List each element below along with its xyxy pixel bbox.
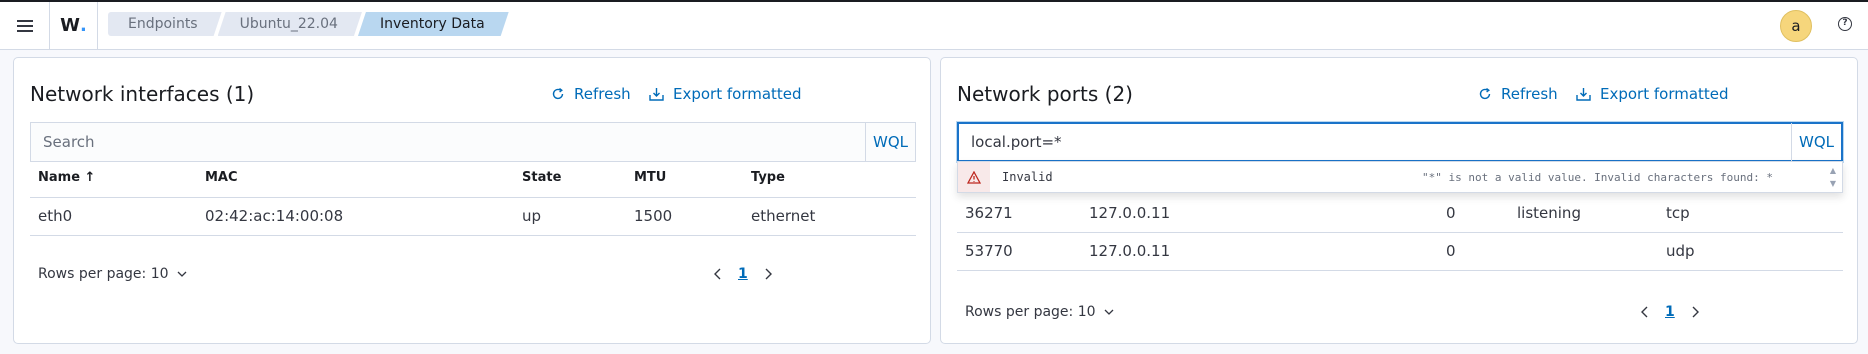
- search-bar: WQL: [30, 122, 916, 162]
- search-input[interactable]: [959, 123, 1791, 161]
- cell-local-ip: 127.0.0.11: [1081, 232, 1438, 271]
- chevron-down-icon: [1104, 309, 1113, 315]
- page-1-button[interactable]: 1: [738, 266, 748, 282]
- chevron-down-icon: [177, 271, 186, 277]
- network-ports-panel: Network ports (2) Refresh Export formatt…: [940, 57, 1858, 344]
- wql-button[interactable]: WQL: [1791, 123, 1841, 161]
- menu-icon[interactable]: [0, 1, 50, 50]
- page-1-button[interactable]: 1: [1665, 304, 1675, 320]
- cell-state: up: [514, 197, 626, 236]
- avatar[interactable]: a: [1780, 10, 1812, 42]
- cell-mac: 02:42:ac:14:00:08: [197, 197, 514, 236]
- warning-icon: [958, 162, 990, 192]
- cell-local-port: 53770: [957, 232, 1081, 271]
- refresh-icon: [552, 87, 564, 100]
- network-interfaces-panel: Network interfaces (1) Refresh Export fo…: [13, 57, 931, 344]
- cell-type: ethernet: [743, 197, 916, 236]
- cell-name: eth0: [30, 197, 197, 236]
- logo[interactable]: W.: [50, 1, 98, 50]
- rows-per-page-select[interactable]: Rows per page: 10: [38, 266, 187, 282]
- breadcrumb-endpoints[interactable]: Endpoints: [108, 12, 222, 36]
- rows-per-page-select[interactable]: Rows per page: 10: [965, 304, 1114, 320]
- chevron-left-icon[interactable]: [1641, 306, 1649, 318]
- search-input[interactable]: [31, 123, 865, 161]
- column-header-type[interactable]: Type: [743, 159, 916, 198]
- breadcrumb-agent[interactable]: Ubuntu_22.04: [218, 12, 362, 36]
- search-bar: WQL: [957, 122, 1843, 162]
- panel-title: Network interfaces (1): [30, 82, 255, 106]
- suggestion-list: Invalid "*" is not a valid value. Invali…: [957, 161, 1843, 193]
- interfaces-table: Name ↑ MAC State MTU Type eth0 02:42:ac:…: [30, 159, 916, 236]
- export-icon: [649, 88, 664, 101]
- cell-local-port: 36271: [957, 194, 1081, 233]
- suggestion-label[interactable]: Invalid: [1002, 170, 1422, 184]
- wql-button[interactable]: WQL: [865, 123, 915, 161]
- refresh-button[interactable]: Refresh: [1478, 85, 1558, 103]
- column-header-mtu[interactable]: MTU: [626, 159, 743, 198]
- refresh-icon: [1479, 87, 1491, 100]
- cell-protocol: udp: [1658, 232, 1843, 271]
- help-icon[interactable]: ?: [1838, 17, 1852, 31]
- export-formatted-button[interactable]: Export formatted: [1576, 85, 1729, 103]
- table-row[interactable]: 53770 127.0.0.11 0 udp: [957, 232, 1843, 271]
- column-header-state[interactable]: State: [514, 159, 626, 198]
- export-formatted-button[interactable]: Export formatted: [649, 85, 802, 103]
- column-header-name[interactable]: Name ↑: [30, 159, 197, 198]
- cell-local-ip: 127.0.0.11: [1081, 194, 1438, 233]
- suggestion-message: "*" is not a valid value. Invalid charac…: [1422, 170, 1773, 184]
- cell-inode: 0: [1438, 194, 1509, 233]
- table-row[interactable]: 36271 127.0.0.11 0 listening tcp: [957, 194, 1843, 233]
- cell-protocol: tcp: [1658, 194, 1843, 233]
- scroll-arrows-icon[interactable]: ▲ ▼: [1830, 164, 1836, 190]
- chevron-right-icon[interactable]: [1691, 306, 1699, 318]
- ports-table: 36271 127.0.0.11 0 listening tcp 53770 1…: [957, 194, 1843, 271]
- breadcrumb-inventory-data[interactable]: Inventory Data: [358, 12, 509, 36]
- export-icon: [1576, 88, 1591, 101]
- sort-arrow-up-icon: ↑: [84, 170, 96, 186]
- chevron-left-icon[interactable]: [714, 268, 722, 280]
- table-row[interactable]: eth0 02:42:ac:14:00:08 up 1500 ethernet: [30, 197, 916, 236]
- pagination: 1: [714, 266, 772, 282]
- refresh-button[interactable]: Refresh: [551, 85, 631, 103]
- cell-state: listening: [1509, 194, 1658, 233]
- breadcrumb: Endpoints Ubuntu_22.04 Inventory Data: [108, 12, 505, 36]
- chevron-right-icon[interactable]: [764, 268, 772, 280]
- cell-inode: 0: [1438, 232, 1509, 271]
- column-header-mac[interactable]: MAC: [197, 159, 514, 198]
- pagination: 1: [1641, 304, 1699, 320]
- cell-state: [1509, 232, 1658, 271]
- cell-mtu: 1500: [626, 197, 743, 236]
- panel-title: Network ports (2): [957, 82, 1133, 106]
